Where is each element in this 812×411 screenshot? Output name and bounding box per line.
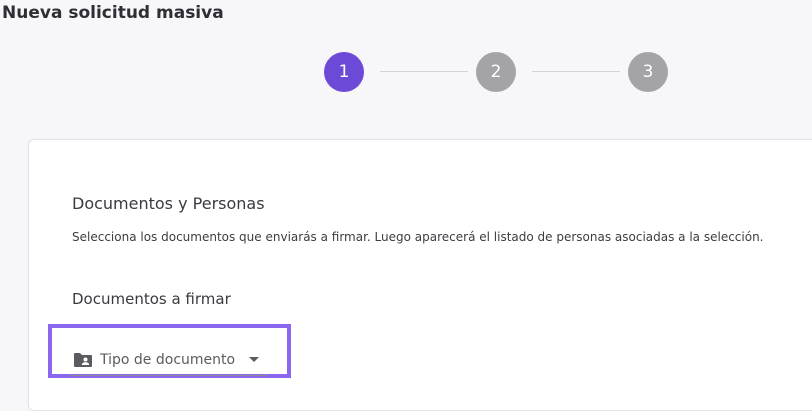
step-1[interactable]: 1 bbox=[324, 52, 364, 92]
step-3[interactable]: 3 bbox=[628, 52, 668, 92]
caret-down-icon[interactable] bbox=[248, 356, 260, 364]
documents-to-sign-title: Documentos a firmar bbox=[72, 290, 231, 308]
folder-account-icon bbox=[73, 352, 93, 368]
document-type-select[interactable]: Tipo de documento bbox=[70, 344, 268, 376]
step-connector-1 bbox=[380, 71, 468, 72]
step-2[interactable]: 2 bbox=[476, 52, 516, 92]
section-description: Selecciona los documentos que enviarás a… bbox=[72, 230, 764, 244]
section-title: Documentos y Personas bbox=[72, 194, 265, 213]
stepper: 1 2 3 bbox=[0, 0, 812, 120]
document-type-label: Tipo de documento bbox=[100, 351, 236, 368]
step-connector-2 bbox=[532, 71, 620, 72]
